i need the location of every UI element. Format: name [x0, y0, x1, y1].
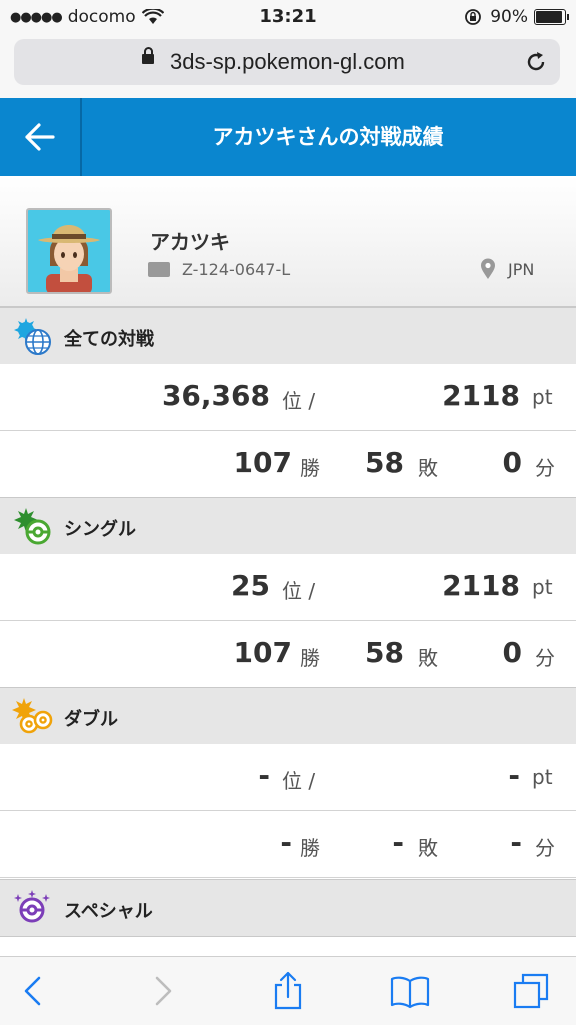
arrow-left-icon	[25, 123, 55, 151]
player-country: JPN	[508, 260, 535, 279]
losses-unit: 敗	[418, 646, 438, 670]
section-single: シングル	[0, 497, 576, 555]
globe-icon	[14, 318, 51, 355]
reload-icon[interactable]	[524, 50, 548, 74]
address-bar[interactable]: 3ds-sp.pokemon-gl.com	[14, 39, 560, 85]
wins-value: 107	[233, 636, 292, 669]
browser-toolbar	[0, 956, 576, 1025]
rank-unit: 位 /	[282, 579, 316, 603]
back-nav-icon[interactable]	[14, 971, 54, 1011]
losses-value: -	[392, 826, 404, 859]
draws-unit: 分	[535, 836, 555, 860]
url-text: 3ds-sp.pokemon-gl.com	[170, 49, 405, 74]
section-all-battles: 全ての対戦	[0, 307, 576, 365]
battery-percent: 90%	[490, 7, 528, 27]
tabs-icon[interactable]	[512, 971, 552, 1011]
draws-value: -	[510, 826, 522, 859]
draws-unit: 分	[535, 456, 555, 480]
draws-unit: 分	[535, 646, 555, 670]
player-id: Z-124-0647-L	[182, 260, 291, 279]
section-label: シングル	[64, 519, 136, 540]
battery-icon	[534, 9, 569, 25]
page-title: アカツキさんの対戦成績	[212, 125, 444, 149]
location-pin-icon	[481, 258, 495, 279]
section-special: スペシャル	[0, 879, 576, 937]
single-battle-icon	[14, 508, 51, 545]
rank-value: 36,368	[161, 379, 270, 412]
bookmarks-icon[interactable]	[390, 971, 430, 1011]
special-battle-icon	[14, 890, 50, 923]
draws-value: 0	[502, 446, 522, 479]
wins-unit: 勝	[300, 836, 320, 860]
losses-value: 58	[365, 636, 404, 669]
points-value: 2118	[442, 379, 520, 412]
section-double: ダブル	[0, 687, 576, 745]
points-value: -	[508, 759, 520, 792]
losses-value: 58	[365, 446, 404, 479]
rank-value: -	[258, 759, 270, 792]
player-name: アカツキ	[150, 230, 230, 254]
wins-value: -	[280, 826, 292, 859]
share-icon[interactable]	[268, 971, 308, 1011]
avatar	[26, 208, 112, 294]
points-unit: pt	[532, 765, 553, 789]
wins-unit: 勝	[300, 456, 320, 480]
rank-row: 25 位 / 2118 pt	[0, 554, 576, 621]
lock-icon	[142, 47, 154, 64]
id-card-icon	[148, 262, 170, 277]
back-button[interactable]	[0, 98, 82, 176]
rank-value: 25	[231, 569, 270, 602]
section-label: 全ての対戦	[64, 329, 154, 350]
wins-value: 107	[233, 446, 292, 479]
orientation-lock-icon	[465, 9, 482, 25]
status-bar: ●●●●● docomo 13:21 90%	[0, 0, 576, 34]
page-header: アカツキさんの対戦成績	[0, 98, 576, 176]
address-bar-area: 3ds-sp.pokemon-gl.com	[0, 34, 576, 99]
rank-unit: 位 /	[282, 389, 316, 413]
record-row: - 勝 - 敗 - 分	[0, 811, 576, 878]
player-profile: アカツキ Z-124-0647-L JPN	[0, 176, 576, 307]
points-value: 2118	[442, 569, 520, 602]
record-row: 107 勝 58 敗 0 分	[0, 431, 576, 498]
wins-unit: 勝	[300, 646, 320, 670]
section-label: ダブル	[64, 709, 118, 730]
battery-info: 90%	[464, 7, 569, 27]
losses-unit: 敗	[418, 456, 438, 480]
record-row: 107 勝 58 敗 0 分	[0, 621, 576, 688]
losses-unit: 敗	[418, 836, 438, 860]
rank-row: 36,368 位 / 2118 pt	[0, 364, 576, 431]
double-battle-icon	[12, 698, 53, 734]
points-unit: pt	[532, 385, 553, 409]
rank-row: - 位 / - pt	[0, 744, 576, 811]
section-label: スペシャル	[64, 901, 153, 922]
draws-value: 0	[502, 636, 522, 669]
forward-nav-icon[interactable]	[142, 971, 182, 1011]
points-unit: pt	[532, 575, 553, 599]
rank-unit: 位 /	[282, 769, 316, 793]
